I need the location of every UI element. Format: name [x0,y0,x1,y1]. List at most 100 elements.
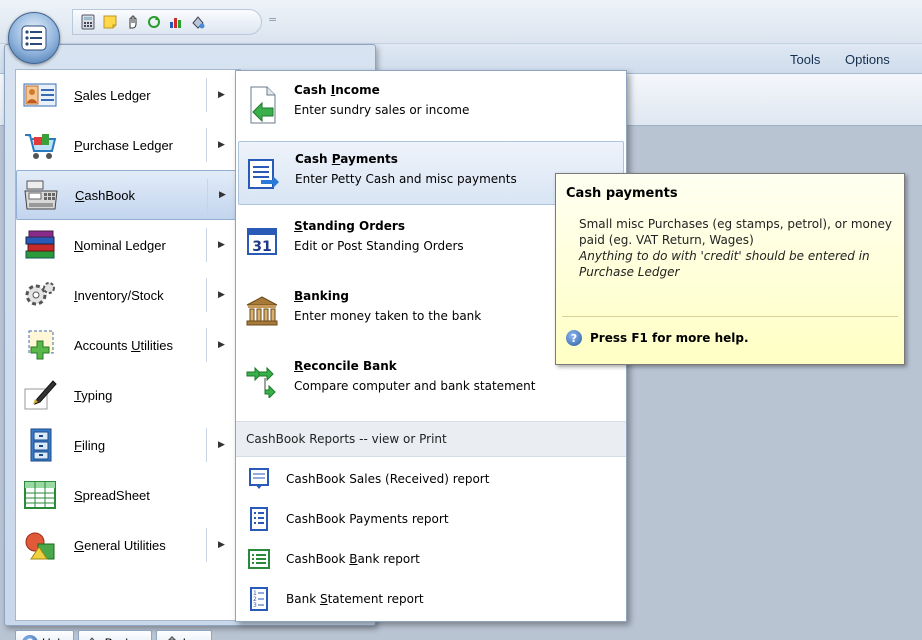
menu-item-label: Filing [74,437,106,453]
logout-button[interactable]: Lo [155,630,212,640]
report-item-cashbook-bank[interactable]: CashBook Bank report [238,541,624,577]
spreadsheet-icon [22,477,58,513]
logout-label: Lo [183,636,196,640]
tooltip-divider [562,316,898,317]
submenu-divider [206,428,207,462]
sales-ledger-icon [22,77,58,113]
chevron-right-icon: ▶ [218,290,225,300]
menu-item-sales-ledger[interactable]: Sales Ledger ▶ [16,70,240,120]
filing-cabinet-icon [22,427,58,463]
report-item-label: Bank Statement report [286,592,424,606]
menu-item-nominal-ledger[interactable]: Nominal Ledger ▶ [16,220,240,270]
cash-payments-tooltip: Cash payments Small misc Purchases (eg s… [555,173,905,365]
report-statement-icon: 123 [248,586,270,612]
submenu-item-description: Compare computer and bank statement [294,379,536,393]
reconcile-arrows-icon [244,363,280,399]
menu-item-label: General Utilities [74,537,166,553]
tooltip-help-hint: ? Press F1 for more help. [566,330,749,346]
menu-item-label: Typing [74,387,113,403]
menu-item-spreadsheet[interactable]: SpreadSheet [16,470,240,520]
quick-access-more[interactable]: = [268,13,277,26]
title-bar: = [0,0,922,44]
backup-icon[interactable] [189,13,207,31]
chevron-right-icon: ▶ [218,540,225,550]
reports-section-header: CashBook Reports -- view or Print [236,421,626,457]
tooltip-help-text: Press F1 for more help. [590,331,749,345]
report-received-icon [248,466,270,492]
submenu-divider [206,78,207,112]
report-item-label: CashBook Payments report [286,512,449,526]
tab-tools[interactable]: Tools [790,52,820,67]
cash-register-icon [23,177,59,213]
menu-item-label: Nominal Ledger [74,237,166,253]
accounts-utilities-icon [22,327,58,363]
menu-item-filing[interactable]: Filing ▶ [16,420,240,470]
chevron-right-icon: ▶ [219,190,226,200]
menu-item-label: Accounts Utilities [74,337,173,353]
submenu-item-title: Cash Income [294,83,380,97]
menu-footer: ? Help Backup Lo [15,623,375,640]
tooltip-body: Small misc Purchases (eg stamps, petrol)… [579,216,899,280]
submenu-item-title: Reconcile Bank [294,359,397,373]
backup-icon [89,637,95,640]
tab-options[interactable]: Options [845,52,890,67]
menu-item-label: Purchase Ledger [74,137,174,153]
menu-item-inventory-stock[interactable]: Inventory/Stock ▶ [16,270,240,320]
report-item-cashbook-payments[interactable]: CashBook Payments report [238,501,624,537]
shopping-cart-icon [22,127,58,163]
tooltip-title: Cash payments [566,186,678,201]
tooltip-body-text: Small misc Purchases (eg stamps, petrol)… [579,217,892,247]
help-icon: ? [22,635,38,640]
sticky-note-icon[interactable] [101,13,119,31]
submenu-item-description: Enter money taken to the bank [294,309,482,323]
submenu-item-description: Enter sundry sales or income [294,103,470,117]
menu-item-label: Inventory/Stock [74,287,164,303]
tooltip-italic-note: Anything to do with 'credit' should be e… [579,249,870,279]
submenu-item-title: Banking [294,289,350,303]
chevron-right-icon: ▶ [218,240,225,250]
calendar-icon: 31 [244,223,280,259]
submenu-item-cash-income[interactable]: Cash Income Enter sundry sales or income [238,73,624,137]
svg-text:3: 3 [253,602,257,609]
help-button[interactable]: ? Help [15,630,74,640]
report-item-bank-statement[interactable]: 123 Bank Statement report [238,581,624,617]
main-menu-list: Sales Ledger ▶ Purchase Ledger ▶ CashBoo… [15,69,241,621]
backup-button[interactable]: Backup [77,630,152,640]
menu-item-accounts-utilities[interactable]: Accounts Utilities ▶ [16,320,240,370]
gears-icon [22,277,58,313]
report-item-label: CashBook Bank report [286,552,420,566]
menu-item-general-utilities[interactable]: General Utilities ▶ [16,520,240,570]
shapes-icon [22,527,58,563]
report-bank-icon [248,546,270,572]
report-item-cashbook-sales[interactable]: CashBook Sales (Received) report [238,461,624,497]
hand-pointer-icon[interactable] [123,13,141,31]
bar-chart-icon[interactable] [167,13,185,31]
payments-list-icon [245,156,281,192]
menu-item-typing[interactable]: Typing [16,370,240,420]
list-menu-icon [21,25,47,51]
report-payments-icon [248,506,270,532]
books-icon [22,227,58,263]
menu-item-purchase-ledger[interactable]: Purchase Ledger ▶ [16,120,240,170]
menu-item-label: Sales Ledger [74,87,151,103]
pen-icon [22,377,58,413]
help-label: Help [42,636,67,640]
document-arrow-icon [244,86,280,124]
calculator-icon[interactable] [79,13,97,31]
menu-item-cashbook[interactable]: CashBook ▶ [16,170,240,220]
help-icon: ? [566,330,582,346]
submenu-divider [206,278,207,312]
submenu-item-description: Enter Petty Cash and misc payments [295,172,517,186]
application-menu-button[interactable] [8,12,60,64]
submenu-item-title: Cash Payments [295,152,398,166]
refresh-icon[interactable] [145,13,163,31]
bank-icon [244,293,280,329]
menu-item-label: SpreadSheet [74,487,150,503]
chevron-right-icon: ▶ [218,140,225,150]
chevron-right-icon: ▶ [218,90,225,100]
submenu-divider [206,328,207,362]
quick-access-toolbar [72,9,262,35]
submenu-item-title: Standing Orders [294,219,405,233]
calendar-day-text: 31 [252,239,271,255]
chevron-right-icon: ▶ [218,440,225,450]
